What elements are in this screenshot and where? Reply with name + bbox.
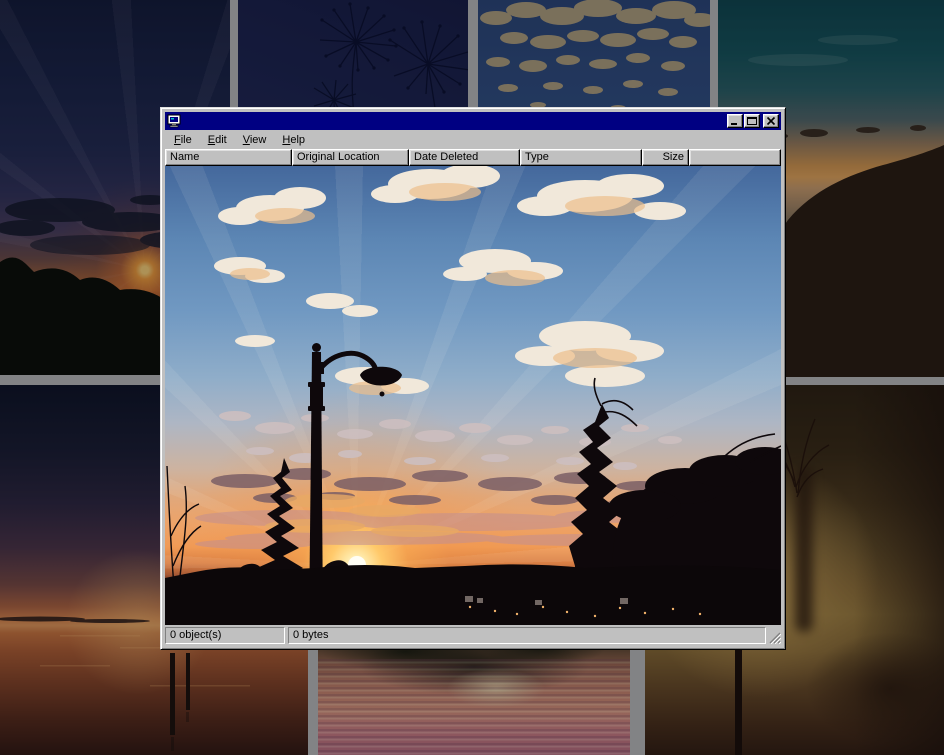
resize-grip[interactable]	[768, 631, 781, 644]
close-button[interactable]	[763, 114, 779, 128]
clouds-gold-shading	[230, 183, 645, 395]
column-header-original-location[interactable]: Original Location	[292, 149, 409, 166]
status-bar: 0 object(s) 0 bytes	[165, 627, 781, 645]
clouds-small-field	[219, 411, 682, 470]
titlebar[interactable]	[165, 112, 781, 130]
column-headers: NameOriginal LocationDate DeletedTypeSiz…	[165, 149, 781, 166]
my-computer-icon[interactable]	[167, 114, 182, 128]
column-header-blank[interactable]	[689, 149, 781, 166]
desktop: FileEditViewHelp NameOriginal LocationDa…	[0, 0, 944, 755]
menu-item-help[interactable]: Help	[274, 132, 313, 148]
maximize-button[interactable]	[744, 114, 760, 128]
menu-item-view[interactable]: View	[235, 132, 275, 148]
menu-item-edit[interactable]: Edit	[200, 132, 235, 148]
column-header-size[interactable]: Size	[642, 149, 689, 166]
ground-town-silhouette	[165, 564, 781, 625]
close-icon	[765, 116, 777, 126]
recycle-bin-window: FileEditViewHelp NameOriginal LocationDa…	[160, 107, 786, 650]
column-header-name[interactable]: Name	[165, 149, 292, 166]
menu-item-file[interactable]: File	[166, 132, 200, 148]
maximize-icon	[746, 116, 758, 126]
folder-viewport[interactable]	[165, 166, 781, 625]
status-byte-count: 0 bytes	[288, 627, 766, 644]
minimize-button[interactable]	[727, 114, 743, 128]
menu-bar: FileEditViewHelp	[165, 130, 781, 149]
photo-detail-overlay	[165, 166, 781, 625]
column-header-type[interactable]: Type	[520, 149, 642, 166]
column-header-date-deleted[interactable]: Date Deleted	[409, 149, 520, 166]
minimize-icon	[729, 116, 741, 126]
status-object-count: 0 object(s)	[165, 627, 285, 644]
